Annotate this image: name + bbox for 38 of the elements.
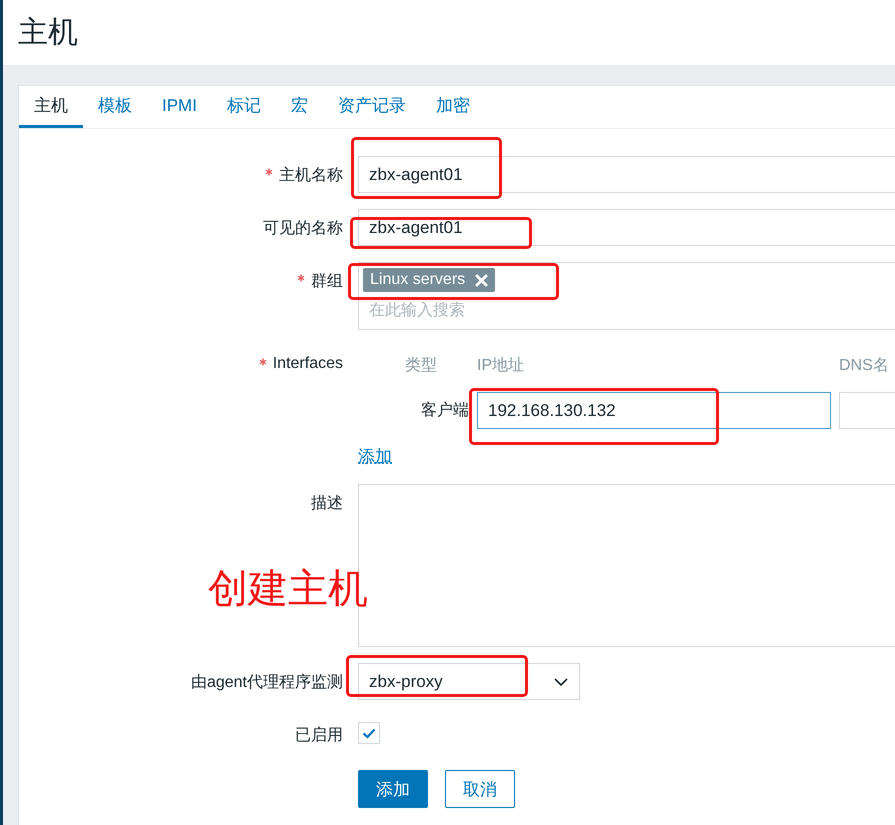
text-field[interactable]: zbx-agent01 [358,209,895,246]
required-icon [265,168,273,176]
add-button[interactable]: 添加 [358,770,428,808]
field-label: 群组 [297,262,343,292]
required-icon [258,358,267,366]
search-placeholder: 在此输入搜索 [368,300,466,321]
ip-field[interactable]: 192.168.130.132 [477,392,831,429]
field-label: 描述 [311,494,343,514]
annotation-text: 创建主机 [208,566,368,613]
group-field[interactable]: Linux servers 在此输入搜索 [358,262,895,330]
cancel-button[interactable]: 取消 [445,770,515,808]
dns-field[interactable] [839,392,895,429]
remove-icon[interactable] [475,274,488,286]
field-label: 已启用 [295,726,343,746]
enabled-checkbox[interactable] [358,722,380,744]
proxy-select[interactable]: zbx-proxy [358,663,580,700]
field-label: Interfaces [258,346,343,373]
column-header: 类型 [405,356,438,376]
check-icon [362,728,376,738]
tab[interactable]: 模板 [83,86,147,128]
add-link[interactable]: 添加 [358,445,392,468]
required-icon [297,274,305,282]
tab[interactable]: 资产记录 [322,86,421,128]
chevron-down-icon [553,676,569,686]
text-field[interactable]: zbx-agent01 [358,156,895,193]
field-label: 主机名称 [265,156,343,186]
column-header: DNS名 [839,356,890,376]
field-label: 由agent代理程序监测 [190,672,343,693]
group-tag: Linux servers [363,268,496,292]
interface-type: 客户端 [421,400,469,421]
tab[interactable]: 宏 [276,86,323,128]
column-header: IP地址 [477,356,526,376]
page-title: 主机 [18,15,78,51]
tab[interactable]: 主机 [19,86,83,128]
tab[interactable]: IPMI [147,86,212,128]
tab[interactable]: 加密 [420,86,485,128]
tab[interactable]: 标记 [212,86,276,128]
field-label: 可见的名称 [263,219,343,239]
